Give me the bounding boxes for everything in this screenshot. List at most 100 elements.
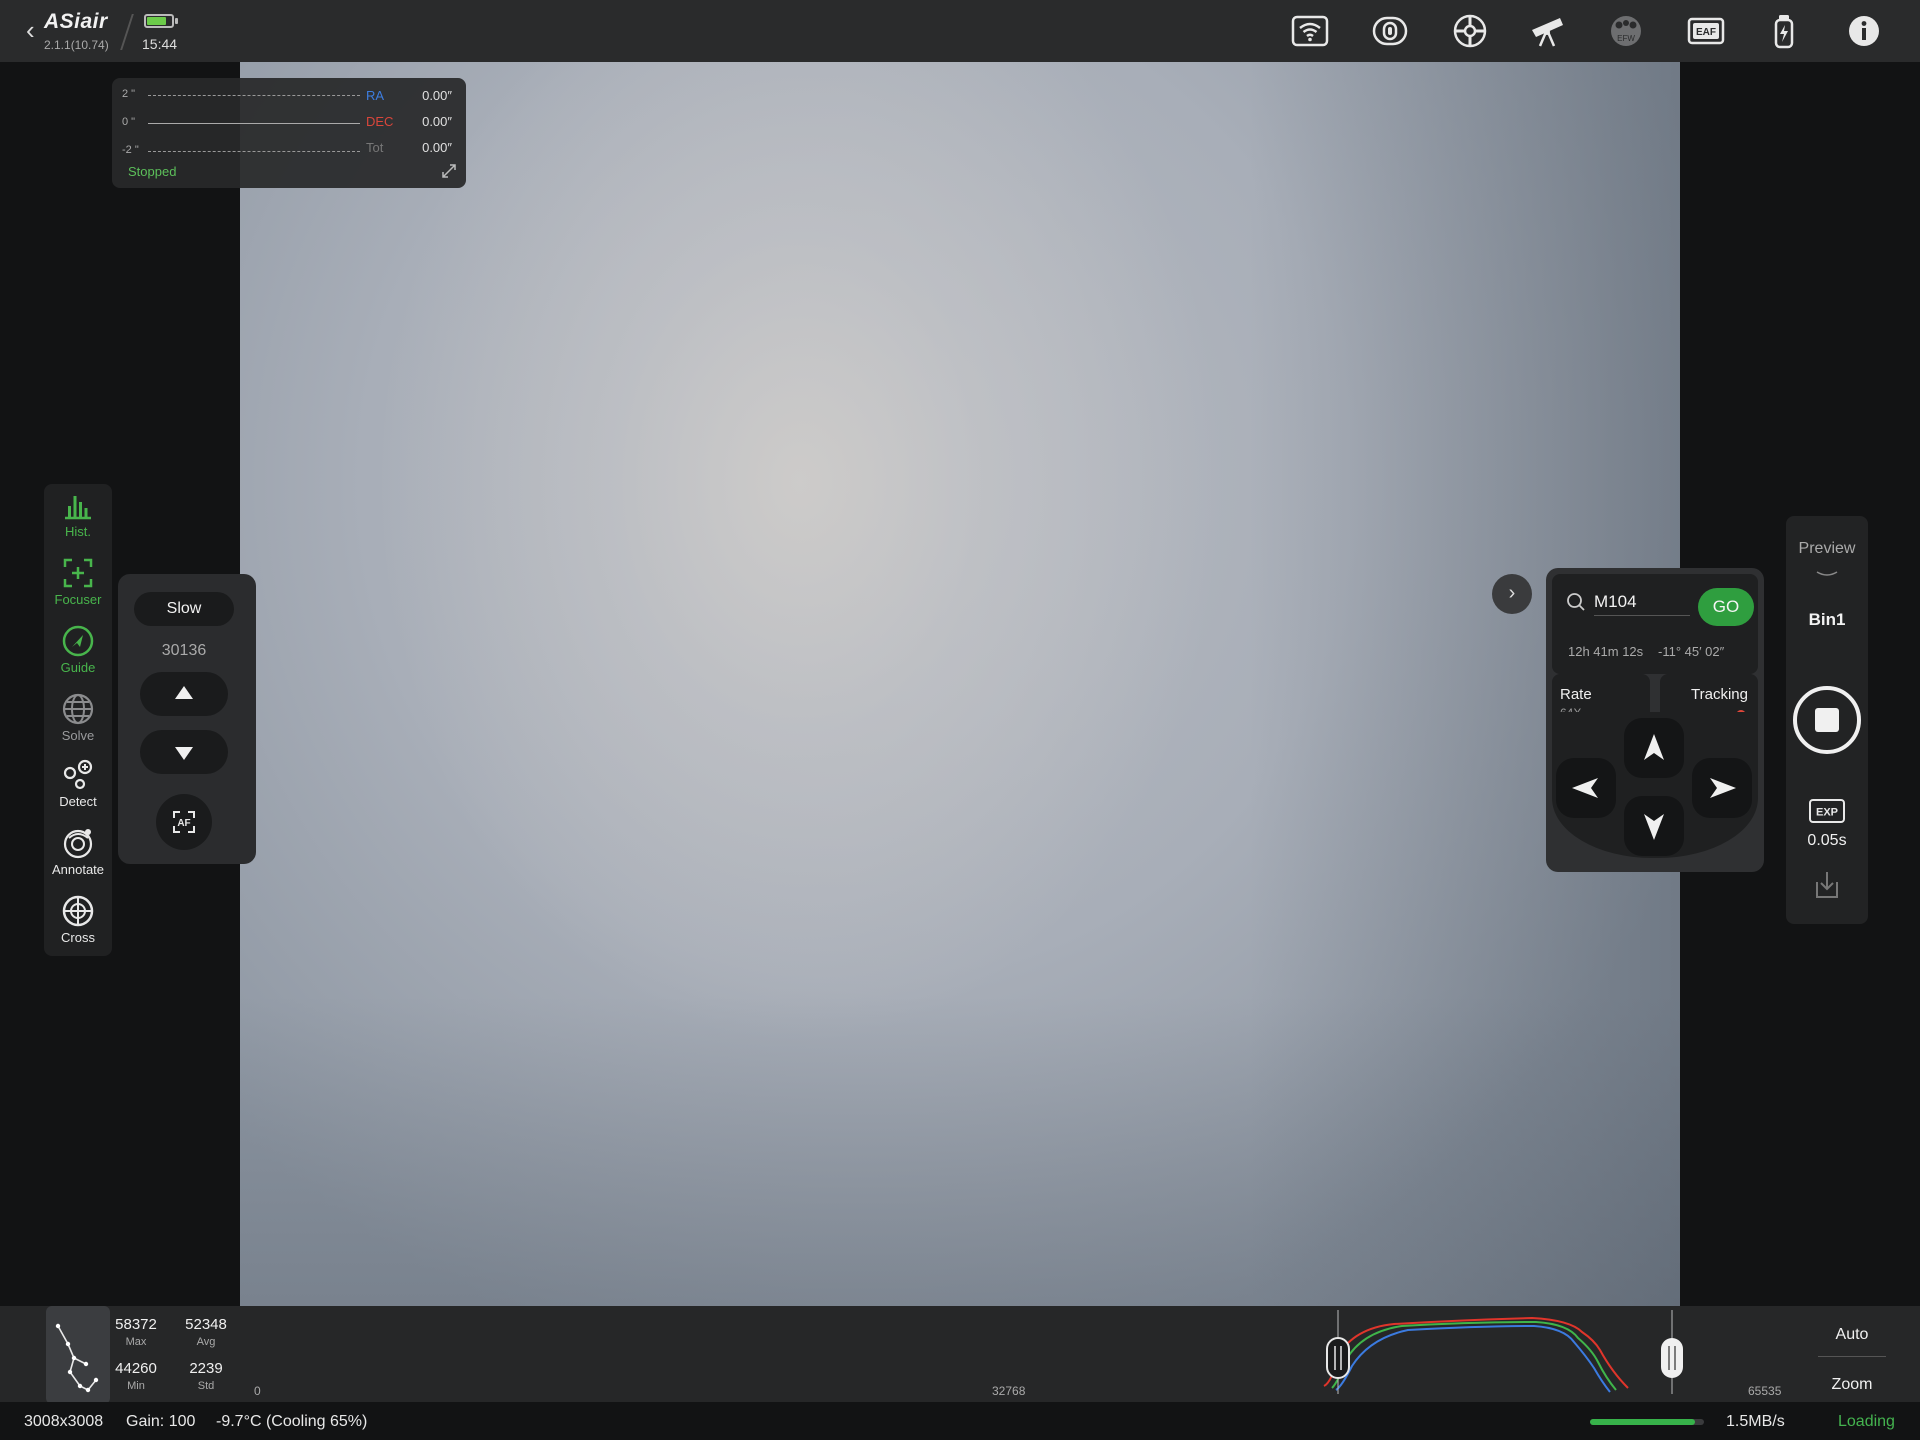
svg-text:EXP: EXP xyxy=(1816,807,1838,819)
app-version: 2.1.1(10.74) xyxy=(44,38,109,52)
histogram-white-point-handle[interactable] xyxy=(1661,1310,1683,1394)
guide-graph-panel[interactable]: 2 " 0 " -2 " RA 0.00″ DEC 0.00″ Tot 0.00… xyxy=(112,78,466,188)
search-icon xyxy=(1566,592,1586,612)
stat-min-label: Min xyxy=(127,1380,145,1392)
stat-min-value: 44260 xyxy=(115,1360,157,1377)
battery-icon xyxy=(144,14,174,28)
slew-east-button[interactable] xyxy=(1692,758,1752,818)
histogram-axis-mid: 32768 xyxy=(992,1384,1026,1398)
chevron-right-icon: › xyxy=(1508,582,1516,604)
triangle-down-icon xyxy=(175,747,193,760)
status-bar: 3008x3008 Gain: 100 -9.7°C (Cooling 65%)… xyxy=(0,1402,1920,1440)
slew-south-button[interactable] xyxy=(1624,796,1684,856)
histogram-black-point-handle[interactable] xyxy=(1326,1310,1350,1394)
arrow-up-icon xyxy=(1644,734,1664,760)
info-icon[interactable] xyxy=(1844,12,1884,50)
exposure-value[interactable]: 0.05s xyxy=(1786,832,1868,850)
tool-focuser[interactable]: Focuser xyxy=(44,556,112,620)
dec-label: DEC xyxy=(366,114,394,129)
triangle-up-icon xyxy=(175,686,193,699)
tool-histogram[interactable]: Hist. xyxy=(44,488,112,552)
histogram-plot[interactable] xyxy=(1310,1310,1710,1394)
guide-tick-zero: 0 " xyxy=(122,116,136,128)
camera-icon[interactable] xyxy=(1370,12,1410,50)
efw-icon[interactable]: EFW xyxy=(1606,12,1646,50)
arrow-right-icon xyxy=(1710,778,1736,798)
clock: 15:44 xyxy=(142,36,178,52)
autofocus-icon: AF xyxy=(173,811,195,833)
stat-max-label: Max xyxy=(125,1336,147,1348)
battery-tip xyxy=(175,18,178,24)
capture-mode-selector[interactable]: Preview xyxy=(1786,540,1868,558)
histogram-axis-max: 65535 xyxy=(1748,1384,1782,1398)
guide-tick-bottom: -2 " xyxy=(122,144,139,156)
gain-value: Gain: 100 xyxy=(126,1413,196,1430)
focuser-icon xyxy=(63,558,93,588)
svg-text:AF: AF xyxy=(177,818,190,829)
target-search-box: GO 12h 41m 12s -11° 45′ 02″ xyxy=(1552,574,1758,674)
download-progress-fill xyxy=(1590,1419,1695,1425)
exposure-icon[interactable]: EXP xyxy=(1808,798,1846,824)
divider xyxy=(120,14,134,50)
download-progress xyxy=(1590,1419,1704,1425)
stop-capture-button[interactable] xyxy=(1793,686,1861,754)
ra-label: RA xyxy=(366,88,385,103)
focus-speed-button[interactable]: Slow xyxy=(134,592,234,626)
histogram-bar: 58372 Max 52348 Avg 44260 Min 2239 Std 0… xyxy=(0,1306,1920,1404)
expand-icon[interactable] xyxy=(440,162,458,180)
battery-level xyxy=(147,17,167,25)
rate-label: Rate xyxy=(1560,686,1592,703)
focus-position: 30136 xyxy=(161,642,207,659)
focus-up-button[interactable] xyxy=(140,672,228,716)
focus-down-button[interactable] xyxy=(140,730,228,774)
slew-west-button[interactable] xyxy=(1556,758,1616,818)
slew-north-button[interactable] xyxy=(1624,718,1684,778)
sensor-size: 3008x3008 xyxy=(24,1413,104,1430)
stat-avg-value: 52348 xyxy=(185,1316,227,1333)
target-input[interactable] xyxy=(1594,588,1690,616)
autofocus-button[interactable]: AF xyxy=(156,794,212,850)
image-preview[interactable] xyxy=(240,62,1680,1306)
stat-avg-label: Avg xyxy=(196,1336,216,1348)
svg-text:EAF: EAF xyxy=(1696,27,1716,38)
histogram-icon xyxy=(65,496,91,520)
tool-label: Cross xyxy=(61,930,95,945)
divider xyxy=(1818,1356,1886,1357)
guide-status: Stopped xyxy=(128,164,177,179)
guide-gridline-zero xyxy=(148,123,360,124)
globe-icon xyxy=(62,693,94,725)
chevron-down-icon[interactable] xyxy=(1814,566,1840,576)
crosshair-icon xyxy=(62,895,94,927)
power-icon[interactable] xyxy=(1764,12,1804,50)
tool-solve[interactable]: Solve xyxy=(44,692,112,756)
sensor-temperature: -9.7°C (Cooling 65%) xyxy=(216,1413,368,1430)
tot-value: 0.00″ xyxy=(422,140,452,155)
focuser-panel: Slow 30136 AF xyxy=(118,574,256,864)
mount-panel: GO 12h 41m 12s -11° 45′ 02″ Rate 64X Tra… xyxy=(1546,568,1764,872)
histogram-green-curve xyxy=(1331,1320,1617,1391)
top-bar: ‹ ASiair 2.1.1(10.74) 15:44 EFW EAF xyxy=(0,0,1920,62)
stat-std-value: 2239 xyxy=(189,1360,223,1377)
capture-panel: Preview Bin1 EXP 0.05s xyxy=(1786,516,1868,924)
guide-gridline-bottom xyxy=(148,151,360,152)
back-icon[interactable]: ‹ xyxy=(26,17,42,43)
wifi-icon[interactable] xyxy=(1290,12,1330,50)
tot-label: Tot xyxy=(366,140,384,155)
auto-stretch-button[interactable]: Auto xyxy=(1816,1320,1888,1350)
telescope-mount-icon[interactable] xyxy=(1528,12,1568,50)
download-icon[interactable] xyxy=(1810,868,1844,902)
eaf-icon[interactable]: EAF xyxy=(1686,12,1726,50)
tool-annotate[interactable]: Annotate xyxy=(44,826,112,890)
stat-std-label: Std xyxy=(197,1380,215,1392)
tool-detect[interactable]: Detect xyxy=(44,758,112,822)
tool-label: Annotate xyxy=(51,862,105,877)
collapse-panel-button[interactable]: › xyxy=(1492,574,1532,614)
zoom-button[interactable]: Zoom xyxy=(1816,1370,1888,1400)
goto-button[interactable]: GO xyxy=(1698,588,1754,626)
app-logo: ASiair xyxy=(44,10,108,33)
tool-label: Guide xyxy=(60,660,96,675)
guide-camera-icon[interactable] xyxy=(1450,12,1490,50)
tool-cross[interactable]: Cross xyxy=(44,894,112,958)
tool-guide[interactable]: Guide xyxy=(44,624,112,688)
bin-selector[interactable]: Bin1 xyxy=(1786,610,1868,630)
